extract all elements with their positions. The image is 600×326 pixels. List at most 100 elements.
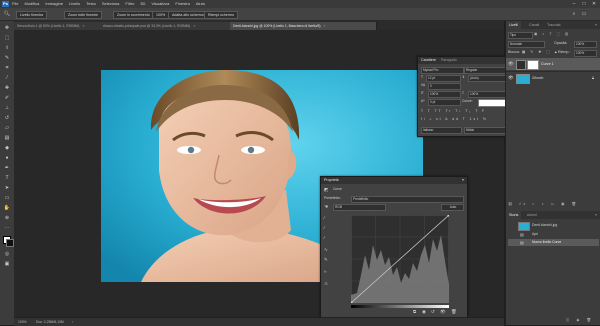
fill-screen-button[interactable]: Riempi schermo — [204, 11, 238, 19]
panel-menu-icon[interactable]: ≡ — [592, 21, 600, 29]
layer-row-background[interactable]: 👁︎ Sfondo 🔒︎ — [506, 71, 600, 84]
doc-tab-1[interactable]: Senza titolo-1 @ 50% (Livello 1, RGB/8#)… — [14, 22, 105, 30]
workspace-icon[interactable]: ▭ — [580, 11, 588, 17]
clone-stamp-tool-icon[interactable]: ⊥ — [3, 105, 11, 111]
fit-screen-button[interactable]: Adatta allo schermo — [168, 11, 208, 19]
reset-icon[interactable]: ↺ — [431, 309, 435, 314]
doc-tab-2[interactable]: ritocco-ritratto-principale.psd @ 33,3% … — [100, 22, 235, 30]
filter-kind-select[interactable]: Tipo — [508, 32, 533, 39]
more-tools-icon[interactable]: ⋯ — [3, 225, 11, 231]
horizontal-scale-field[interactable]: 100% — [468, 91, 507, 98]
menu-livello[interactable]: Livello — [69, 0, 80, 8]
eyedropper-tool-icon[interactable]: ⁄ — [3, 75, 11, 81]
crop-tool-icon[interactable]: ⌗ — [3, 65, 11, 71]
menu-finestra[interactable]: Finestra — [175, 0, 189, 8]
screen-mode-icon[interactable]: ▣ — [3, 261, 11, 267]
text-style-buttons[interactable]: T T TT Tr T¹ T₁ T F — [421, 109, 486, 114]
font-size-field[interactable]: 12 pt — [426, 75, 461, 82]
menu-aiuto[interactable]: Aiuto — [196, 0, 205, 8]
panel-menu-icon[interactable]: ≡ — [592, 211, 600, 219]
menu-testo[interactable]: Testo — [86, 0, 96, 8]
close-button[interactable]: ✕ — [590, 0, 598, 8]
move-tool-icon[interactable]: ✥ — [3, 25, 11, 31]
lasso-tool-icon[interactable]: ℓ — [3, 45, 11, 51]
tab-history[interactable]: Storia — [506, 211, 522, 219]
vertical-scale-field[interactable]: 100% — [428, 91, 461, 98]
view-previous-icon[interactable]: ◉ — [422, 309, 426, 314]
tab-channels[interactable]: Canali — [526, 21, 542, 29]
history-item-open[interactable]: ▤ Apri — [508, 231, 599, 238]
brush-tool-icon[interactable]: ✐ — [3, 95, 11, 101]
menu-filtro[interactable]: Filtro — [125, 0, 134, 8]
panel-menu-icon[interactable]: ≡ — [462, 177, 464, 184]
hand-tool-icon[interactable]: ✋ — [3, 205, 11, 211]
preset-select[interactable]: Predefinito — [351, 196, 464, 203]
tab-actions[interactable]: Azioni — [524, 211, 540, 219]
tracking-field[interactable]: 0 — [428, 83, 461, 90]
doc-tab-3[interactable]: Denti-bianchi.jpg @ 100% (Livello 1, Mas… — [230, 22, 377, 30]
close-tab-icon[interactable]: × — [82, 24, 84, 28]
eyedropper-black-icon[interactable]: ⁄ — [324, 215, 325, 220]
eyedropper-gray-icon[interactable]: ⁄ — [324, 225, 325, 230]
menu-modifica[interactable]: Modifica — [24, 0, 39, 8]
maximize-button[interactable]: □ — [580, 0, 588, 8]
path-select-tool-icon[interactable]: ➤ — [3, 185, 11, 191]
smooth-icon[interactable]: ≈ — [324, 269, 326, 274]
visibility-eye-icon[interactable]: 👁︎ — [508, 75, 514, 80]
healing-brush-tool-icon[interactable]: ✚ — [3, 85, 11, 91]
menu-3d[interactable]: 3D — [140, 0, 145, 8]
close-tab-icon[interactable]: × — [193, 24, 195, 28]
leading-field[interactable]: (Auto) — [468, 75, 507, 82]
fill-field[interactable]: 100% — [574, 50, 597, 57]
tab-layers[interactable]: Livelli — [506, 21, 521, 29]
language-select[interactable]: Italiano — [421, 127, 462, 134]
tab-character[interactable]: Carattere — [421, 57, 436, 64]
option-resize-windows[interactable]: Livello finestra — [16, 11, 47, 19]
option-zoom-all[interactable]: Zoom tutte finestre — [64, 11, 102, 19]
antialias-select[interactable]: Nitido — [464, 127, 507, 134]
minimize-button[interactable]: – — [570, 0, 578, 8]
pencil-draw-icon[interactable]: ✎ — [324, 257, 328, 262]
zoom-tool-icon[interactable]: 🔍︎ — [3, 11, 11, 17]
type-tool-icon[interactable]: T — [3, 175, 11, 181]
menu-visualizza[interactable]: Visualizza — [151, 0, 169, 8]
zoom-tool-icon[interactable]: ⊕ — [3, 215, 11, 221]
close-tab-icon[interactable]: × — [324, 24, 326, 28]
layer-row-curves[interactable]: 👁︎ Curve 1 — [506, 58, 600, 70]
delete-icon[interactable]: 🗑︎ — [451, 309, 457, 314]
background-color-swatch[interactable] — [6, 239, 14, 247]
history-footer-icons[interactable]: ◫ ◉ 🗑︎ — [566, 317, 596, 324]
font-style-select[interactable]: Regular — [464, 67, 507, 74]
quick-select-tool-icon[interactable]: ✎ — [3, 55, 11, 61]
blur-tool-icon[interactable]: ◆ — [3, 145, 11, 151]
eraser-tool-icon[interactable]: ▱ — [3, 125, 11, 131]
search-icon[interactable]: ⌕ — [570, 11, 578, 17]
text-color-swatch[interactable] — [478, 99, 506, 107]
opacity-field[interactable]: 100% — [574, 41, 597, 48]
target-adjust-icon[interactable]: ☚ — [324, 204, 328, 209]
visibility-icon[interactable]: 👁︎ — [440, 309, 446, 314]
menu-file[interactable]: File — [12, 0, 18, 8]
font-family-select[interactable]: Myriad Pro — [421, 67, 464, 74]
menu-seleziona[interactable]: Seleziona — [102, 0, 120, 8]
curve-points-icon[interactable]: ∿ — [324, 247, 328, 252]
shape-tool-icon[interactable]: ▭ — [3, 195, 11, 201]
baseline-shift-field[interactable]: 0 pt — [428, 99, 461, 106]
channel-select[interactable]: RGB — [333, 204, 386, 211]
history-item-snapshot[interactable]: Denti-bianchi.jpg — [508, 221, 599, 231]
history-item-curves[interactable]: ▤ Nuovo livello Curve — [508, 239, 599, 246]
gradient-tool-icon[interactable]: ▤ — [3, 135, 11, 141]
quick-mask-icon[interactable]: ◎ — [3, 251, 11, 257]
visibility-eye-icon[interactable]: 👁︎ — [508, 61, 514, 66]
dodge-tool-icon[interactable]: ● — [3, 155, 11, 161]
history-brush-tool-icon[interactable]: ↺ — [3, 115, 11, 121]
clip-to-layer-icon[interactable]: ⧉ — [413, 309, 416, 314]
filter-icons[interactable]: ▣ ◐ T ⬚ ▥ — [534, 31, 570, 38]
menu-immagine[interactable]: Immagine — [45, 0, 63, 8]
curves-graph[interactable] — [351, 215, 449, 303]
layers-footer-icons[interactable]: ⛓ fx ◐ ◑ ▭ ▣ 🗑︎ — [508, 201, 599, 208]
clipping-warning-icon[interactable]: ⚠ — [324, 281, 328, 286]
blend-mode-select[interactable]: Normale — [508, 41, 545, 48]
tab-paths[interactable]: Tracciati — [544, 21, 563, 29]
zoom-100-button[interactable]: 100% — [152, 11, 170, 19]
